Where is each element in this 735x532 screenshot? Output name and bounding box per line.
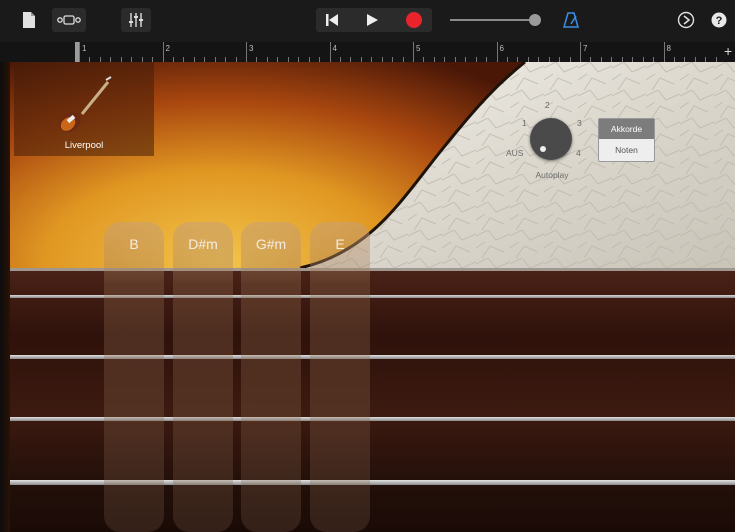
autoplay-knob[interactable] xyxy=(530,118,572,160)
chord-strip-e[interactable]: E xyxy=(310,222,370,532)
chord-strip-b[interactable]: B xyxy=(104,222,164,532)
autoplay-position-4: 4 xyxy=(576,148,581,158)
ruler-bar-tick xyxy=(663,42,665,62)
mixer-sliders-icon[interactable] xyxy=(121,8,151,32)
bass-instrument-area: Liverpool 2 1 3 4 AUS Autoplay Akkorde N… xyxy=(0,62,735,532)
volume-knob[interactable] xyxy=(529,14,542,26)
instrument-name: Liverpool xyxy=(64,140,104,151)
autoplay-position-2: 2 xyxy=(545,100,550,110)
volume-slider[interactable] xyxy=(450,14,542,26)
volume-fill xyxy=(450,19,536,21)
chord-strip-gsharp-m[interactable]: G#m xyxy=(241,222,301,532)
ruler-bar-tick xyxy=(413,42,414,62)
ruler-bar-number: 4 xyxy=(332,44,337,53)
segment-noten[interactable]: Noten xyxy=(599,140,654,161)
record-dot xyxy=(406,12,422,28)
help-icon[interactable]: ? xyxy=(709,8,729,32)
ruler-bar-number: 2 xyxy=(165,44,170,53)
chord-label: B xyxy=(129,236,139,252)
autoplay-knob-indicator xyxy=(540,146,546,152)
autoplay-position-3: 3 xyxy=(577,118,582,128)
ruler-bar-tick xyxy=(496,42,498,62)
ruler-bar-tick xyxy=(162,42,164,62)
play-icon[interactable] xyxy=(360,8,384,32)
bass-guitar-icon xyxy=(59,76,112,133)
autoplay-label: Autoplay xyxy=(535,170,569,180)
chord-strip-dsharp-m[interactable]: D#m xyxy=(173,222,233,532)
ruler-bar-tick xyxy=(329,42,331,62)
autoplay-off-label: AUS xyxy=(506,148,524,158)
ruler-bar-tick xyxy=(580,42,581,62)
playhead[interactable] xyxy=(75,42,79,62)
ruler-bar-tick xyxy=(246,42,247,62)
chord-label: G#m xyxy=(255,236,287,252)
ruler-bar-number: 3 xyxy=(249,44,254,53)
tracks-view-icon[interactable] xyxy=(52,8,86,32)
settings-icon[interactable] xyxy=(675,8,697,32)
ruler-bar-number: 8 xyxy=(666,44,671,53)
timeline-ruler[interactable]: 1 2 3 4 5 6 7 8 xyxy=(0,42,735,62)
ruler-bar-number: 1 xyxy=(82,44,87,53)
rewind-icon[interactable] xyxy=(320,8,344,32)
chord-label: D#m xyxy=(188,236,218,252)
segment-akkorde[interactable]: Akkorde xyxy=(599,119,654,139)
autoplay-position-1: 1 xyxy=(522,118,527,128)
metronome-icon[interactable] xyxy=(560,8,582,32)
top-toolbar: ? xyxy=(0,0,735,42)
svg-text:?: ? xyxy=(716,15,723,27)
ruler-bar-number: 7 xyxy=(583,44,588,53)
ruler-bar-tick xyxy=(79,42,80,62)
ruler-bar-number: 6 xyxy=(499,44,504,53)
add-section-button[interactable]: + xyxy=(724,43,732,59)
ruler-bar-number: 5 xyxy=(416,44,421,53)
chords-notes-toggle: Akkorde Noten xyxy=(598,118,655,162)
chord-label: E xyxy=(335,236,345,252)
document-icon[interactable] xyxy=(20,8,38,32)
instrument-selector[interactable]: Liverpool xyxy=(14,62,154,156)
record-icon[interactable] xyxy=(402,8,426,32)
